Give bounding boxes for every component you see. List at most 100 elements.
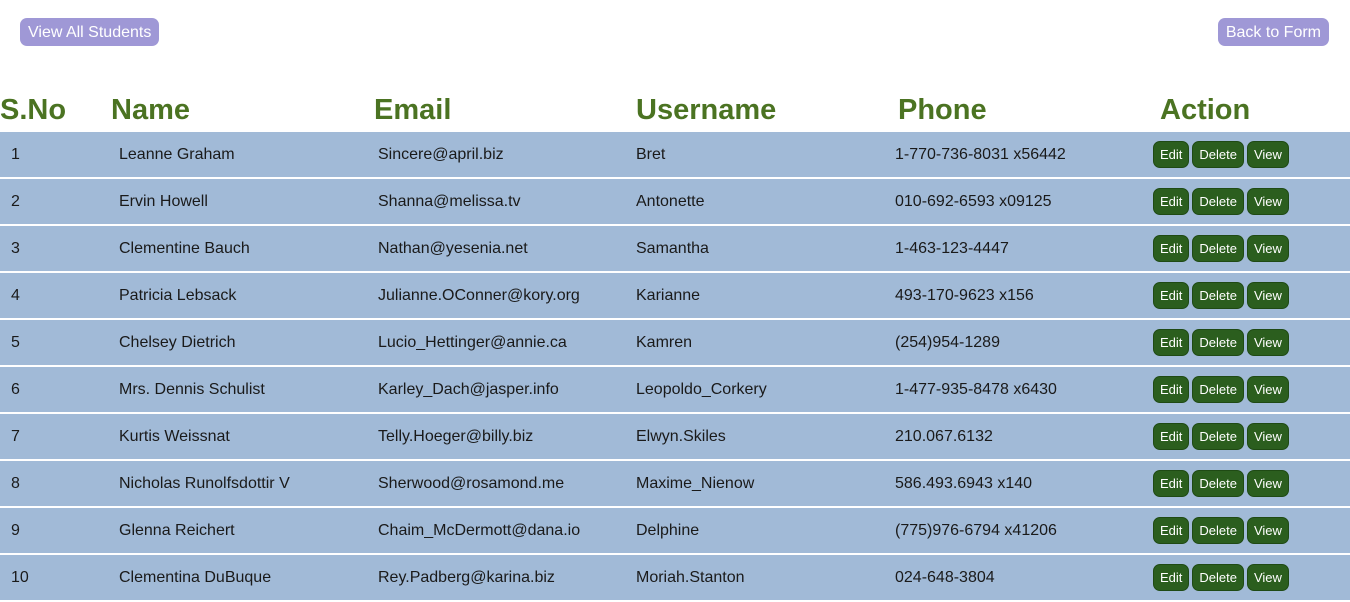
view-button[interactable]: View — [1246, 376, 1289, 403]
cell-phone: 586.493.6943 x140 — [895, 475, 1033, 492]
delete-button[interactable]: Delete — [1192, 235, 1244, 262]
view-button[interactable]: View — [1246, 235, 1289, 262]
edit-button[interactable]: Edit — [1153, 329, 1190, 356]
table-row: 4 Patricia Lebsack Julianne.OConner@kory.o… — [0, 273, 1350, 318]
view-button[interactable]: View — [1246, 517, 1289, 544]
cell-name: Nicholas Runolfsdottir V — [119, 475, 290, 492]
back-to-form-button[interactable]: Back to Form — [1217, 18, 1329, 46]
view-button[interactable]: View — [1246, 423, 1289, 450]
view-button[interactable]: View — [1246, 141, 1289, 168]
delete-button[interactable]: Delete — [1192, 470, 1244, 497]
cell-username: Moriah.Stanton — [636, 569, 745, 586]
row-actions: Edit Delete View — [1153, 517, 1289, 544]
table-row: 2 Ervin Howell Shanna@melissa.tv Antonette 0… — [0, 179, 1350, 224]
table-header-row: S.No Name Email Username Phone Action — [0, 90, 1350, 132]
cell-phone: 1-463-123-4447 — [895, 240, 1009, 257]
table-row: 8 Nicholas Runolfsdottir V Sherwood@rosamo… — [0, 461, 1350, 506]
view-all-students-button[interactable]: View All Students — [20, 18, 160, 46]
cell-name: Glenna Reichert — [119, 522, 235, 539]
cell-sno: 7 — [11, 428, 20, 445]
table-body: 1 Leanne Graham Sincere@april.biz Bret 1-770… — [0, 132, 1350, 600]
view-button[interactable]: View — [1246, 282, 1289, 309]
cell-email: Lucio_Hettinger@annie.ca — [378, 334, 567, 351]
cell-name: Clementina DuBuque — [119, 569, 272, 586]
cell-name: Patricia Lebsack — [119, 287, 237, 304]
cell-name: Mrs. Dennis Schulist — [119, 381, 265, 398]
cell-phone: 1-477-935-8478 x6430 — [895, 381, 1057, 398]
header-phone: Phone — [898, 94, 987, 126]
students-table: S.No Name Email Username Phone Action 1 L… — [0, 90, 1350, 602]
delete-button[interactable]: Delete — [1192, 329, 1244, 356]
row-actions: Edit Delete View — [1153, 235, 1289, 262]
edit-button[interactable]: Edit — [1153, 141, 1190, 168]
delete-button[interactable]: Delete — [1192, 423, 1244, 450]
header-sno: S.No — [0, 94, 67, 126]
cell-phone: 493-170-9623 x156 — [895, 287, 1034, 304]
delete-button[interactable]: Delete — [1192, 188, 1244, 215]
edit-button[interactable]: Edit — [1153, 376, 1190, 403]
row-actions: Edit Delete View — [1153, 141, 1289, 168]
cell-sno: 8 — [11, 475, 20, 492]
table-row: 6 Mrs. Dennis Schulist Karley_Dach@jasper.… — [0, 367, 1350, 412]
delete-button[interactable]: Delete — [1192, 141, 1244, 168]
cell-username: Elwyn.Skiles — [636, 428, 726, 445]
cell-email: Julianne.OConner@kory.org — [378, 287, 580, 304]
row-actions: Edit Delete View — [1153, 188, 1289, 215]
cell-phone: 1-770-736-8031 x56442 — [895, 146, 1066, 163]
view-button[interactable]: View — [1246, 470, 1289, 497]
cell-sno: 10 — [11, 569, 29, 586]
cell-name: Kurtis Weissnat — [119, 428, 230, 445]
table-row: 9 Glenna Reichert Chaim_McDermott@dana.io D… — [0, 508, 1350, 553]
cell-email: Sherwood@rosamond.me — [378, 475, 565, 492]
cell-sno: 3 — [11, 240, 20, 257]
row-actions: Edit Delete View — [1153, 470, 1289, 497]
edit-button[interactable]: Edit — [1153, 282, 1190, 309]
cell-name: Clementine Bauch — [119, 240, 250, 257]
row-actions: Edit Delete View — [1153, 282, 1289, 309]
cell-email: Rey.Padberg@karina.biz — [378, 569, 555, 586]
edit-button[interactable]: Edit — [1153, 470, 1190, 497]
header-email: Email — [374, 94, 452, 126]
view-button[interactable]: View — [1246, 188, 1289, 215]
cell-sno: 5 — [11, 334, 20, 351]
cell-username: Delphine — [636, 522, 700, 539]
edit-button[interactable]: Edit — [1153, 564, 1190, 591]
cell-sno: 6 — [11, 381, 20, 398]
cell-username: Kamren — [636, 334, 693, 351]
edit-button[interactable]: Edit — [1153, 188, 1190, 215]
cell-phone: (254)954-1289 — [895, 334, 1000, 351]
cell-username: Maxime_Nienow — [636, 475, 755, 492]
cell-name: Leanne Graham — [119, 146, 235, 163]
edit-button[interactable]: Edit — [1153, 517, 1190, 544]
cell-email: Nathan@yesenia.net — [378, 240, 528, 257]
header-name: Name — [111, 94, 190, 126]
delete-button[interactable]: Delete — [1192, 376, 1244, 403]
cell-username: Leopoldo_Corkery — [636, 381, 767, 398]
cell-username: Bret — [636, 146, 666, 163]
cell-sno: 4 — [11, 287, 20, 304]
cell-email: Karley_Dach@jasper.info — [378, 381, 559, 398]
view-button[interactable]: View — [1246, 329, 1289, 356]
delete-button[interactable]: Delete — [1192, 517, 1244, 544]
cell-phone: (775)976-6794 x41206 — [895, 522, 1057, 539]
view-button[interactable]: View — [1246, 564, 1289, 591]
delete-button[interactable]: Delete — [1192, 564, 1244, 591]
cell-username: Samantha — [636, 240, 709, 257]
cell-email: Chaim_McDermott@dana.io — [378, 522, 581, 539]
delete-button[interactable]: Delete — [1192, 282, 1244, 309]
top-bar: View All Students Back to Form — [0, 0, 1350, 90]
cell-name: Chelsey Dietrich — [119, 334, 236, 351]
edit-button[interactable]: Edit — [1153, 235, 1190, 262]
row-actions: Edit Delete View — [1153, 564, 1289, 591]
cell-email: Sincere@april.biz — [378, 146, 504, 163]
table-row: 3 Clementine Bauch Nathan@yesenia.net Saman… — [0, 226, 1350, 271]
cell-name: Ervin Howell — [119, 193, 208, 210]
cell-email: Shanna@melissa.tv — [378, 193, 521, 210]
header-username: Username — [636, 94, 777, 126]
cell-username: Antonette — [636, 193, 705, 210]
row-actions: Edit Delete View — [1153, 376, 1289, 403]
cell-phone: 210.067.6132 — [895, 428, 993, 445]
cell-email: Telly.Hoeger@billy.biz — [378, 428, 534, 445]
cell-phone: 024-648-3804 — [895, 569, 995, 586]
edit-button[interactable]: Edit — [1153, 423, 1190, 450]
